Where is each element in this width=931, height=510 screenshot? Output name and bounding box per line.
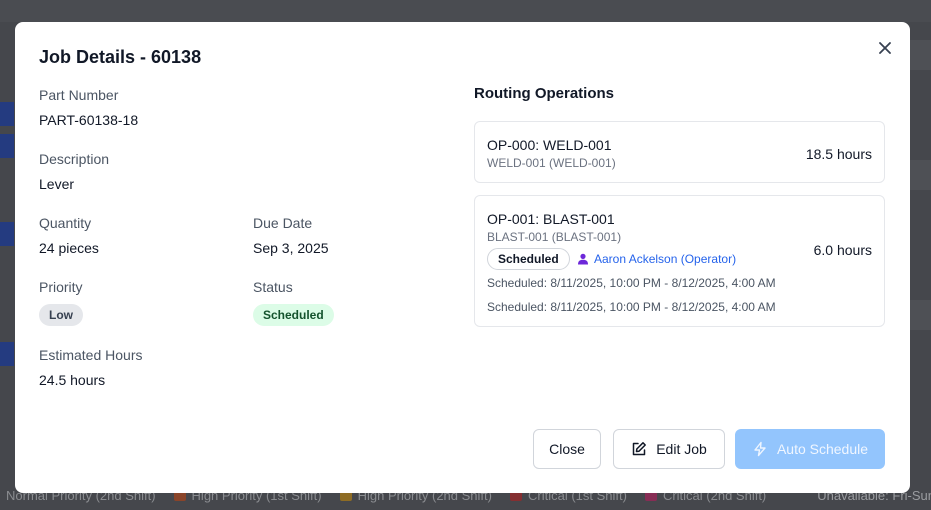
auto-schedule-label: Auto Schedule [776, 441, 869, 457]
status-badge: Scheduled [253, 304, 334, 326]
close-icon[interactable] [873, 36, 897, 60]
edit-job-label: Edit Job [656, 441, 707, 457]
due-date-label: Due Date [253, 215, 313, 231]
lightning-icon [754, 441, 766, 457]
estimated-hours-label: Estimated Hours [39, 347, 143, 363]
schedule-line: Scheduled: 8/11/2025, 10:00 PM - 8/12/20… [487, 276, 776, 290]
priority-label: Priority [39, 279, 83, 295]
edit-job-button[interactable]: Edit Job [613, 429, 725, 469]
part-number-label: Part Number [39, 87, 119, 103]
status-label: Status [253, 279, 293, 295]
description-label: Description [39, 151, 110, 167]
priority-badge: Low [39, 304, 83, 326]
background-job-marker [0, 102, 14, 126]
close-button[interactable]: Close [533, 429, 601, 469]
operation-title: OP-000: WELD-001 [487, 137, 612, 153]
background-cell [910, 40, 931, 70]
operator-name: Aaron Ackelson (Operator) [594, 252, 737, 266]
modal-title: Job Details - 60138 [39, 47, 202, 67]
operation-card: OP-000: WELD-001 WELD-001 (WELD-001) 18.… [474, 121, 885, 183]
user-icon [578, 253, 588, 265]
edit-icon [632, 442, 647, 456]
operation-hours: 6.0 hours [813, 242, 872, 258]
part-number-value: PART-60138-18 [39, 112, 139, 128]
operation-status-badge: Scheduled [487, 248, 570, 270]
operation-card: OP-001: BLAST-001 BLAST-001 (BLAST-001) … [474, 195, 885, 327]
background-job-marker [0, 222, 14, 246]
description-value: Lever [39, 176, 75, 192]
operator-link[interactable]: Aaron Ackelson (Operator) [577, 252, 736, 266]
quantity-value: 24 pieces [39, 240, 99, 256]
operation-title: OP-001: BLAST-001 [487, 211, 615, 227]
background-job-marker [0, 342, 14, 366]
estimated-hours-value: 24.5 hours [39, 372, 106, 388]
background-job-marker [0, 134, 14, 158]
job-details-modal: Job Details - 60138 Part Number PART-601… [15, 22, 910, 493]
routing-operations-title: Routing Operations [474, 85, 614, 102]
auto-schedule-button[interactable]: Auto Schedule [735, 429, 885, 469]
operation-hours: 18.5 hours [805, 146, 872, 162]
background-header [0, 0, 931, 22]
close-button-label: Close [549, 441, 585, 457]
operation-subtitle: WELD-001 (WELD-001) [487, 156, 616, 170]
schedule-line: Scheduled: 8/11/2025, 10:00 PM - 8/12/20… [487, 300, 776, 314]
operation-subtitle: BLAST-001 (BLAST-001) [487, 230, 622, 244]
close-icon-glyph [879, 42, 891, 54]
background-cell [910, 300, 931, 330]
background-cell [910, 160, 931, 190]
quantity-label: Quantity [39, 215, 92, 231]
due-date-value: Sep 3, 2025 [253, 240, 329, 256]
